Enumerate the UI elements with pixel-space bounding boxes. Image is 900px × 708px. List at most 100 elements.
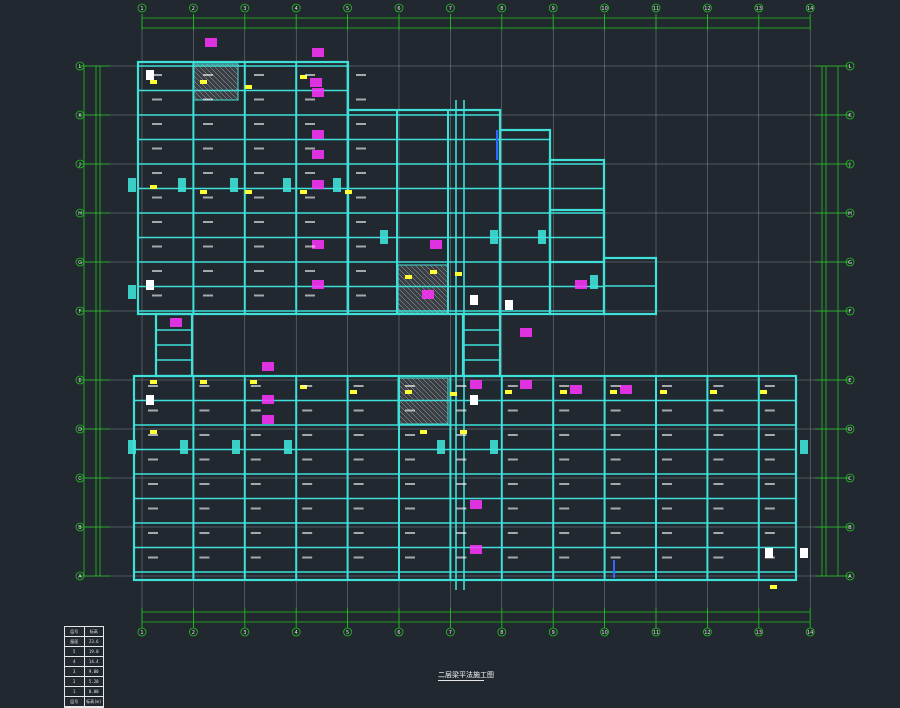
slab-label — [353, 385, 364, 387]
slab-label — [305, 196, 315, 199]
column-tag — [200, 380, 207, 384]
column-marker — [146, 395, 154, 405]
axis-bubble-label: L — [79, 64, 82, 70]
axis-grid — [80, 14, 850, 628]
slab-label — [507, 385, 518, 387]
axis-bubble-label: J — [848, 162, 850, 168]
slab-label — [199, 507, 210, 510]
magenta-note — [310, 78, 322, 87]
slab-label — [203, 196, 213, 199]
axis-bubble-label: 9 — [552, 6, 555, 12]
axis-bubble-label: F — [79, 309, 82, 315]
slab-label — [305, 147, 315, 150]
axis-bubble-label: L — [849, 64, 852, 70]
slab-label — [148, 483, 158, 485]
slab-label — [456, 409, 467, 412]
axis-bubble-label: 1 — [140, 6, 143, 12]
title-underline — [438, 680, 484, 681]
slab-label — [353, 409, 364, 412]
slab-label — [254, 147, 264, 150]
slab-label — [559, 556, 570, 559]
slab-label — [610, 483, 621, 485]
column-tag — [710, 390, 717, 394]
slab-label — [610, 532, 621, 534]
axis-bubble-label: E — [78, 378, 81, 384]
slab-label — [250, 532, 261, 534]
slab-label — [356, 123, 366, 125]
axis-bubble-label: 6 — [397, 630, 400, 636]
slab-label — [199, 483, 210, 485]
slab-label — [507, 483, 518, 485]
slab-label — [254, 221, 264, 223]
slab-label — [456, 483, 467, 485]
axis-bubble-label: 12 — [704, 630, 710, 636]
magenta-note — [312, 280, 324, 289]
magenta-note — [262, 362, 274, 371]
table-row: 4 14.4 — [65, 657, 103, 667]
magenta-note — [312, 48, 324, 57]
slab-label — [456, 385, 467, 387]
slab-label — [456, 507, 467, 510]
slab-label — [302, 458, 313, 461]
slab-label — [250, 458, 261, 461]
magenta-note — [620, 385, 632, 394]
slab-label — [610, 385, 621, 387]
slab-label — [199, 458, 210, 461]
axis-bubble-label: 13 — [756, 6, 762, 12]
column-tag — [150, 430, 157, 434]
magenta-note — [312, 180, 324, 189]
slab-label — [203, 123, 213, 125]
column-tag — [150, 80, 157, 84]
slab-label — [305, 270, 315, 272]
slab-label — [662, 409, 672, 412]
slab-label — [764, 434, 775, 436]
slab-label — [405, 507, 415, 510]
detail-tag — [590, 275, 598, 289]
slab-label — [507, 409, 518, 412]
axis-bubble-label: B — [78, 525, 82, 531]
slab-label — [302, 507, 313, 510]
slab-label — [405, 385, 415, 387]
slab-label — [152, 196, 162, 199]
magenta-note — [430, 240, 442, 249]
table-row: 屋面 23.6 — [65, 637, 103, 647]
magenta-note — [312, 88, 324, 97]
slab-label — [353, 507, 364, 510]
column-tag — [455, 272, 462, 276]
slab-label — [507, 434, 518, 436]
slab-label — [559, 532, 570, 534]
slab-label — [305, 245, 315, 248]
detail-tag — [230, 178, 238, 192]
slab-label — [254, 123, 264, 125]
slab-label — [152, 98, 162, 101]
column-marker — [505, 300, 513, 310]
magenta-note — [520, 380, 532, 389]
axis-bubble-label: E — [848, 378, 851, 384]
slab-label — [199, 409, 210, 412]
column-tag — [150, 380, 157, 384]
slab-label — [302, 409, 313, 412]
magenta-note — [312, 150, 324, 159]
column-marker — [800, 548, 808, 558]
slab-label — [764, 532, 775, 534]
magenta-note — [470, 500, 482, 509]
slab-label — [254, 98, 264, 101]
column-tag — [430, 270, 437, 274]
axis-bubble-label: 7 — [449, 630, 452, 636]
slab-label — [250, 483, 261, 485]
slab-label — [203, 172, 213, 174]
axis-bubble-label: 3 — [243, 6, 246, 12]
axis-bubble-label: 8 — [500, 6, 503, 12]
detail-tag — [800, 440, 808, 454]
slab-label — [199, 556, 210, 559]
slab-label — [610, 409, 621, 412]
detail-tag — [538, 230, 546, 244]
slab-label — [662, 556, 672, 559]
column-tag — [245, 190, 252, 194]
slab-label — [302, 556, 313, 559]
slab-label — [148, 458, 158, 461]
axis-bubble-label: 2 — [192, 630, 195, 636]
table-row: 3 9.80 — [65, 667, 103, 677]
slab-label — [610, 507, 621, 510]
slab-label — [356, 147, 366, 150]
